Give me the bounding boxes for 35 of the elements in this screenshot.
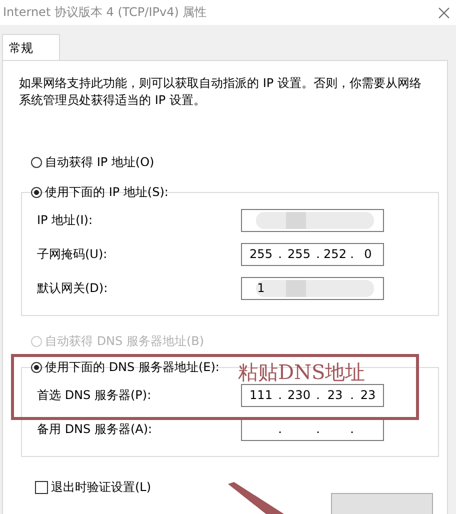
dot-text: . [349, 247, 355, 261]
dot-text: . [315, 422, 321, 436]
octet-text: 255 [248, 247, 274, 261]
dot-text: . [315, 247, 321, 261]
octet-text: 23 [326, 388, 344, 402]
octet-text: 230 [286, 388, 312, 402]
close-icon[interactable] [438, 6, 450, 18]
octet-text: 252 [322, 247, 348, 261]
octet-text: 1 [256, 281, 266, 295]
ip-input-field[interactable]: 1 [241, 276, 384, 300]
ip-input-field[interactable] [241, 208, 384, 232]
field-label: 备用 DNS 服务器(A): [37, 420, 154, 438]
dot-text: . [277, 388, 283, 402]
octet-text: 0 [363, 247, 373, 261]
dot-text: . [349, 388, 355, 402]
dot-text: . [277, 247, 283, 261]
field-label: 首选 DNS 服务器(P): [37, 386, 152, 404]
octet-text: 255 [286, 247, 312, 261]
annotation-text: 粘贴DNS地址 [238, 359, 366, 386]
field-label: 默认网关(D): [37, 280, 109, 296]
checkbox[interactable]: 退出时验证设置(L) [35, 479, 447, 496]
dot-text: . [277, 422, 283, 436]
octet-text: 23 [359, 388, 377, 402]
ip-input-field[interactable]: 255 . 255 . 252 . 0 [241, 242, 384, 266]
dot-text: . [315, 388, 321, 402]
octet-text: 111 [248, 388, 274, 402]
window-title: Internet 协议版本 4 (TCP/IPv4) 属性 [3, 4, 207, 21]
arrow-drawing [226, 482, 286, 514]
field-label: 子网掩码(U): [37, 246, 108, 262]
field-label: IP 地址(I): [37, 212, 94, 228]
dot-text: . [349, 422, 355, 436]
tab[interactable]: 常规 [2, 34, 60, 61]
ip-input-field[interactable]: . . . [241, 418, 384, 440]
description-text: 如果网络支持此功能，则可以获取自动指派的 IP 设置。否则，你需要从网络系统管理员处获得适当的 IP 设置。 [19, 75, 422, 109]
ip-input-field[interactable]: 111 . 230 . 23 . 23 [241, 384, 384, 406]
